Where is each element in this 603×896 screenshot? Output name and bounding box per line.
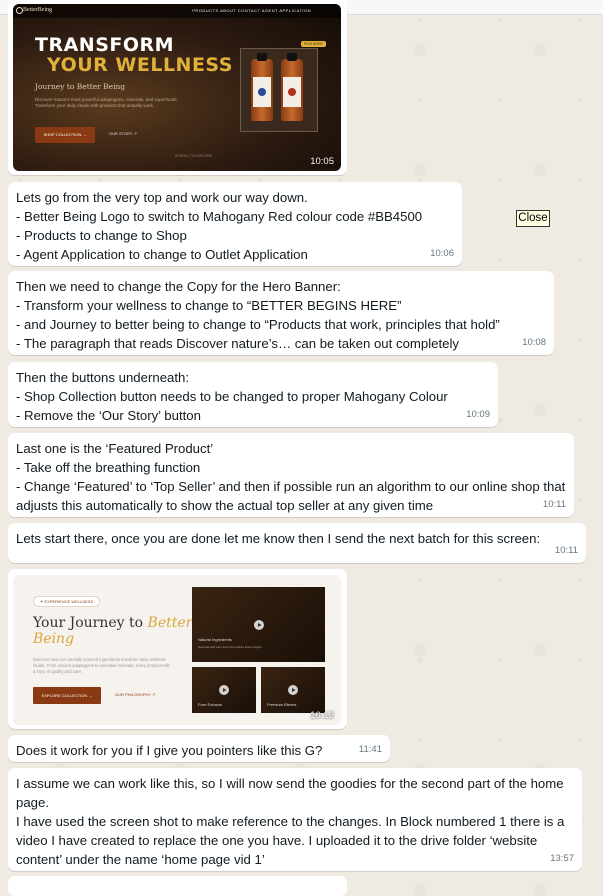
play-icon — [219, 685, 229, 695]
bottle-image — [281, 53, 303, 121]
mockup-featured-product — [240, 48, 318, 132]
message-time: 10:08 — [522, 337, 546, 348]
message-text: Then the buttons underneath: - Shop Coll… — [16, 370, 448, 423]
video-subtitle: Sourced with care from the world's fines… — [198, 645, 262, 649]
message-text: I assume we can work like this, so I wil… — [16, 776, 565, 867]
message-time: 10:06 — [430, 248, 454, 259]
chat-message[interactable]: Lets go from the very top and work our w… — [8, 182, 462, 266]
video-title: Natural Ingredients — [198, 637, 232, 642]
mockup-heading-line2: Being — [33, 631, 75, 647]
mockup-headline-1: TRANSFORM — [35, 34, 175, 56]
message-text: Does it work for you if I give you point… — [16, 743, 323, 758]
mockup-headline-2: YOUR WELLNESS — [47, 54, 233, 76]
video-title: Premium Blends — [267, 702, 297, 707]
mockup-video-main: Natural Ingredients Sourced with care fr… — [192, 587, 325, 662]
mockup-scroll-hint: SCROLL TO EXPLORE — [175, 154, 213, 158]
mockup-paragraph: Discover nature's most powerful adaptoge… — [35, 97, 178, 108]
message-time: 10:12 — [310, 710, 334, 721]
message-text: Lets start there, once you are done let … — [16, 531, 541, 546]
mockup-story-button: OUR STORY ↗ — [109, 131, 138, 136]
message-text: Then we need to change the Copy for the … — [16, 279, 500, 351]
play-icon — [288, 685, 298, 695]
chat-message[interactable]: Then we need to change the Copy for the … — [8, 271, 554, 355]
message-time: 10:11 — [542, 499, 566, 510]
image-message[interactable]: BetterBeing PRODUCTS ABOUT CONTACT AGENT… — [8, 0, 347, 175]
message-time: 13:57 — [550, 853, 574, 864]
website-hero-screenshot[interactable]: BetterBeing PRODUCTS ABOUT CONTACT AGENT… — [13, 4, 341, 171]
mockup-video-small: Pure Extracts — [192, 667, 256, 713]
mockup-logo: BetterBeing — [23, 7, 52, 13]
message-time: 11:41 — [358, 744, 382, 755]
close-tooltip-button[interactable]: Close — [516, 210, 550, 227]
image-message-partial[interactable] — [8, 876, 347, 896]
mockup-shop-button: SHOP COLLECTION → — [35, 127, 95, 143]
bottle-image — [251, 53, 273, 121]
chat-message[interactable]: Lets start there, once you are done let … — [8, 523, 586, 563]
mockup-nav-links: PRODUCTS ABOUT CONTACT AGENT APPLICATION — [192, 8, 311, 13]
mockup-featured-badge: FEATURED — [301, 41, 326, 47]
message-text: Lets go from the very top and work our w… — [16, 190, 423, 262]
mockup-paragraph: Discover how our carefully sourced ingre… — [33, 657, 170, 674]
chat-message[interactable]: Then the buttons underneath: - Shop Coll… — [8, 362, 498, 427]
mockup-subheadline: Journey to Better Being — [35, 82, 126, 91]
video-title: Pure Extracts — [198, 702, 223, 707]
message-time: 10:05 — [310, 156, 334, 167]
message-time: 10:11 — [554, 545, 578, 556]
message-text: Last one is the ‘Featured Product’ - Tak… — [16, 441, 566, 513]
play-icon — [253, 619, 264, 630]
chat-message[interactable]: I assume we can work like this, so I wil… — [8, 768, 582, 871]
image-message[interactable]: ✦ EXPERIENCE WELLNESS Your Journey to Be… — [8, 569, 347, 729]
message-time: 10:09 — [466, 409, 490, 420]
logo-icon — [16, 7, 23, 14]
mockup-heading: Your Journey to Better — [33, 615, 193, 631]
mockup-video-small: Premium Blends — [261, 667, 325, 713]
mockup-nav: BetterBeing PRODUCTS ABOUT CONTACT AGENT… — [13, 4, 341, 18]
chat-message[interactable]: Does it work for you if I give you point… — [8, 735, 390, 762]
mockup-philosophy-link: OUR PHILOSOPHY ↗ — [115, 692, 156, 697]
mockup-pill: ✦ EXPERIENCE WELLNESS — [33, 596, 101, 607]
website-section-screenshot[interactable]: ✦ EXPERIENCE WELLNESS Your Journey to Be… — [13, 575, 341, 725]
mockup-explore-button: EXPLORE COLLECTION → — [33, 687, 101, 704]
chat-message[interactable]: Last one is the ‘Featured Product’ - Tak… — [8, 433, 574, 517]
